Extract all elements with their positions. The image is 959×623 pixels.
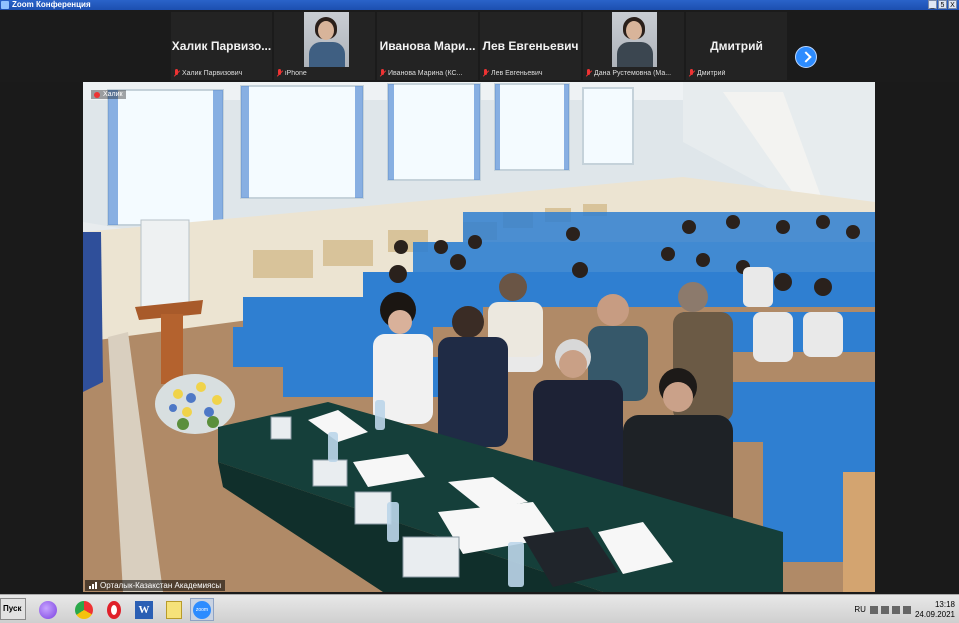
next-page-button[interactable]: [795, 46, 817, 68]
muted-mic-icon: [688, 69, 695, 78]
opera-icon[interactable]: [102, 598, 126, 621]
clock-date: 24.09.2021: [914, 609, 955, 619]
chrome-icon[interactable]: [72, 598, 96, 621]
start-button[interactable]: Пуск: [0, 598, 26, 620]
participant-tile[interactable]: Дмитрий Дмитрий: [686, 12, 787, 80]
muted-mic-icon: [276, 69, 283, 78]
participant-name: Иванова Мари...: [379, 39, 476, 53]
word-icon[interactable]: W: [132, 598, 156, 621]
signal-bars-icon: [89, 582, 97, 589]
muted-mic-icon: [585, 69, 592, 78]
participant-footer-name: Халик Парвизович: [182, 70, 243, 77]
participant-video: [612, 12, 657, 67]
flag-icon[interactable]: [880, 605, 889, 614]
participant-footer-name: Лев Евгеньевич: [491, 70, 543, 77]
recording-dot-icon: [94, 91, 100, 98]
alice-icon[interactable]: [36, 598, 60, 621]
maximize-button[interactable]: 5: [938, 0, 947, 9]
close-button[interactable]: X: [948, 0, 957, 9]
speaker-name-label: Орталык-Казакстан Академиясы: [85, 580, 226, 591]
participant-tile-video[interactable]: iPhone: [274, 12, 375, 80]
participant-tile[interactable]: Халик Парвизо... Халик Парвизович: [171, 12, 272, 80]
language-indicator[interactable]: RU: [854, 605, 866, 614]
participant-tile[interactable]: Лев Евгеньевич Лев Евгеньевич: [480, 12, 581, 80]
muted-mic-icon: [379, 69, 386, 78]
participant-footer-name: Дана Рустемовна (Ма...: [594, 70, 672, 77]
system-clock[interactable]: 13:18 24.09.2021: [915, 600, 955, 620]
participant-name: Халик Парвизо...: [171, 39, 272, 53]
participant-footer-name: Дмитрий: [697, 70, 726, 77]
clock-time: 13:18: [934, 599, 955, 609]
window-title-bar: Zoom Конференция _ 5 X: [0, 0, 959, 10]
participant-tile-video[interactable]: Дана Рустемовна (Ма...: [583, 12, 684, 80]
chevron-up-icon[interactable]: [869, 605, 878, 614]
minimize-button[interactable]: _: [928, 0, 937, 9]
notes-icon[interactable]: [162, 598, 186, 621]
network-icon[interactable]: [891, 605, 900, 614]
muted-mic-icon: [482, 69, 489, 78]
zoom-icon[interactable]: zoom: [190, 598, 214, 621]
participant-name: Лев Евгеньевич: [482, 39, 579, 53]
window-controls: _ 5 X: [928, 0, 957, 9]
participant-tile[interactable]: Иванова Мари... Иванова Марина (КС...: [377, 12, 478, 80]
participant-footer-name: iPhone: [285, 70, 307, 77]
zoom-app-icon: [1, 1, 9, 9]
window-title: Zoom Конференция: [12, 0, 91, 9]
conference-hall-scene: [83, 82, 875, 592]
volume-icon[interactable]: [902, 605, 911, 614]
tray-icons: [869, 605, 911, 614]
participant-name: Дмитрий: [710, 39, 763, 53]
active-speaker-area: Халик Орталык-Казакстан Академиясы: [0, 82, 959, 594]
active-speaker-video[interactable]: Халик Орталык-Казакстан Академиясы: [83, 82, 875, 592]
participant-footer-name: Иванова Марина (КС...: [388, 70, 463, 77]
video-owner-label: Халик: [91, 90, 126, 99]
system-tray: RU 13:18 24.09.2021: [854, 597, 959, 622]
windows-taskbar: Пуск W zoom RU 13:18 24.09.2021: [0, 594, 959, 623]
participant-video: [304, 12, 349, 67]
muted-mic-icon: [173, 69, 180, 78]
participant-gallery-strip: Халик Парвизо... Халик Парвизович iPhone…: [0, 10, 959, 82]
